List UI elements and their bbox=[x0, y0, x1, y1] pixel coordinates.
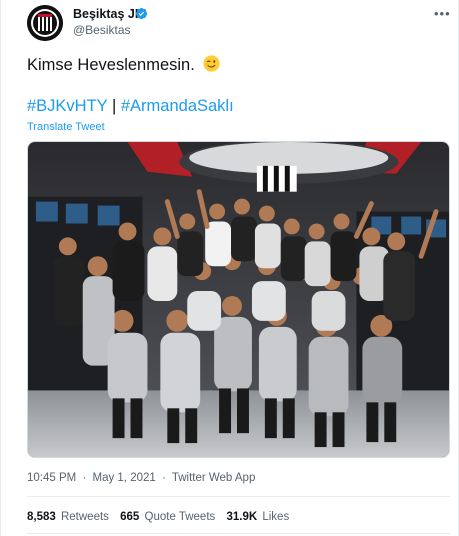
likes-stat[interactable]: 31.9K Likes bbox=[226, 511, 289, 523]
display-name[interactable]: Beşiktaş JK bbox=[73, 7, 144, 21]
tweet-text: Kimse Heveslenmesin. bbox=[27, 55, 220, 75]
winking-face-icon bbox=[203, 55, 220, 72]
likes-label: Likes bbox=[262, 511, 290, 523]
divider bbox=[27, 496, 450, 497]
tweet-time[interactable]: 10:45 PM bbox=[27, 472, 76, 484]
engagement-stats: 8,583 Retweets 665 Quote Tweets 31.9K Li… bbox=[27, 511, 297, 523]
meta-separator: · bbox=[82, 472, 87, 484]
user-handle[interactable]: @Besiktas bbox=[73, 23, 131, 37]
verified-badge-icon bbox=[135, 7, 148, 20]
hashtag-armandasakli-link[interactable]: #ArmandaSaklı bbox=[121, 97, 234, 115]
avatar[interactable] bbox=[27, 5, 63, 41]
quote-tweets-count: 665 bbox=[120, 511, 140, 523]
tweet-date[interactable]: May 1, 2021 bbox=[92, 472, 155, 484]
more-options-icon[interactable]: ••• bbox=[434, 6, 451, 21]
tweet-source: Twitter Web App bbox=[171, 472, 256, 484]
tweet-meta: 10:45 PM · May 1, 2021 · Twitter Web App bbox=[27, 472, 255, 484]
retweets-count: 8,583 bbox=[27, 511, 56, 523]
tweet-card: Beşiktaş JK @Besiktas ••• Kimse Heveslen… bbox=[0, 0, 459, 536]
divider bbox=[27, 533, 450, 534]
meta-separator: · bbox=[161, 472, 166, 484]
tweet-body: Kimse Heveslenmesin. bbox=[27, 56, 195, 74]
hashtag-separator: | bbox=[111, 97, 117, 115]
tweet-photo[interactable] bbox=[27, 141, 450, 458]
quote-tweets-label: Quote Tweets bbox=[144, 511, 216, 523]
besiktas-crest-icon bbox=[27, 5, 63, 41]
team-celebration-photo bbox=[28, 142, 449, 457]
retweets-stat[interactable]: 8,583 Retweets bbox=[27, 511, 109, 523]
hashtag-line: #BJKvHTY | #ArmandaSaklı bbox=[27, 97, 234, 116]
hashtag-bjkvhty-link[interactable]: #BJKvHTY bbox=[27, 97, 107, 115]
likes-count: 31.9K bbox=[226, 511, 258, 523]
translate-tweet-link[interactable]: Translate Tweet bbox=[27, 121, 105, 133]
retweets-label: Retweets bbox=[60, 511, 109, 523]
quote-tweets-stat[interactable]: 665 Quote Tweets bbox=[120, 511, 215, 523]
